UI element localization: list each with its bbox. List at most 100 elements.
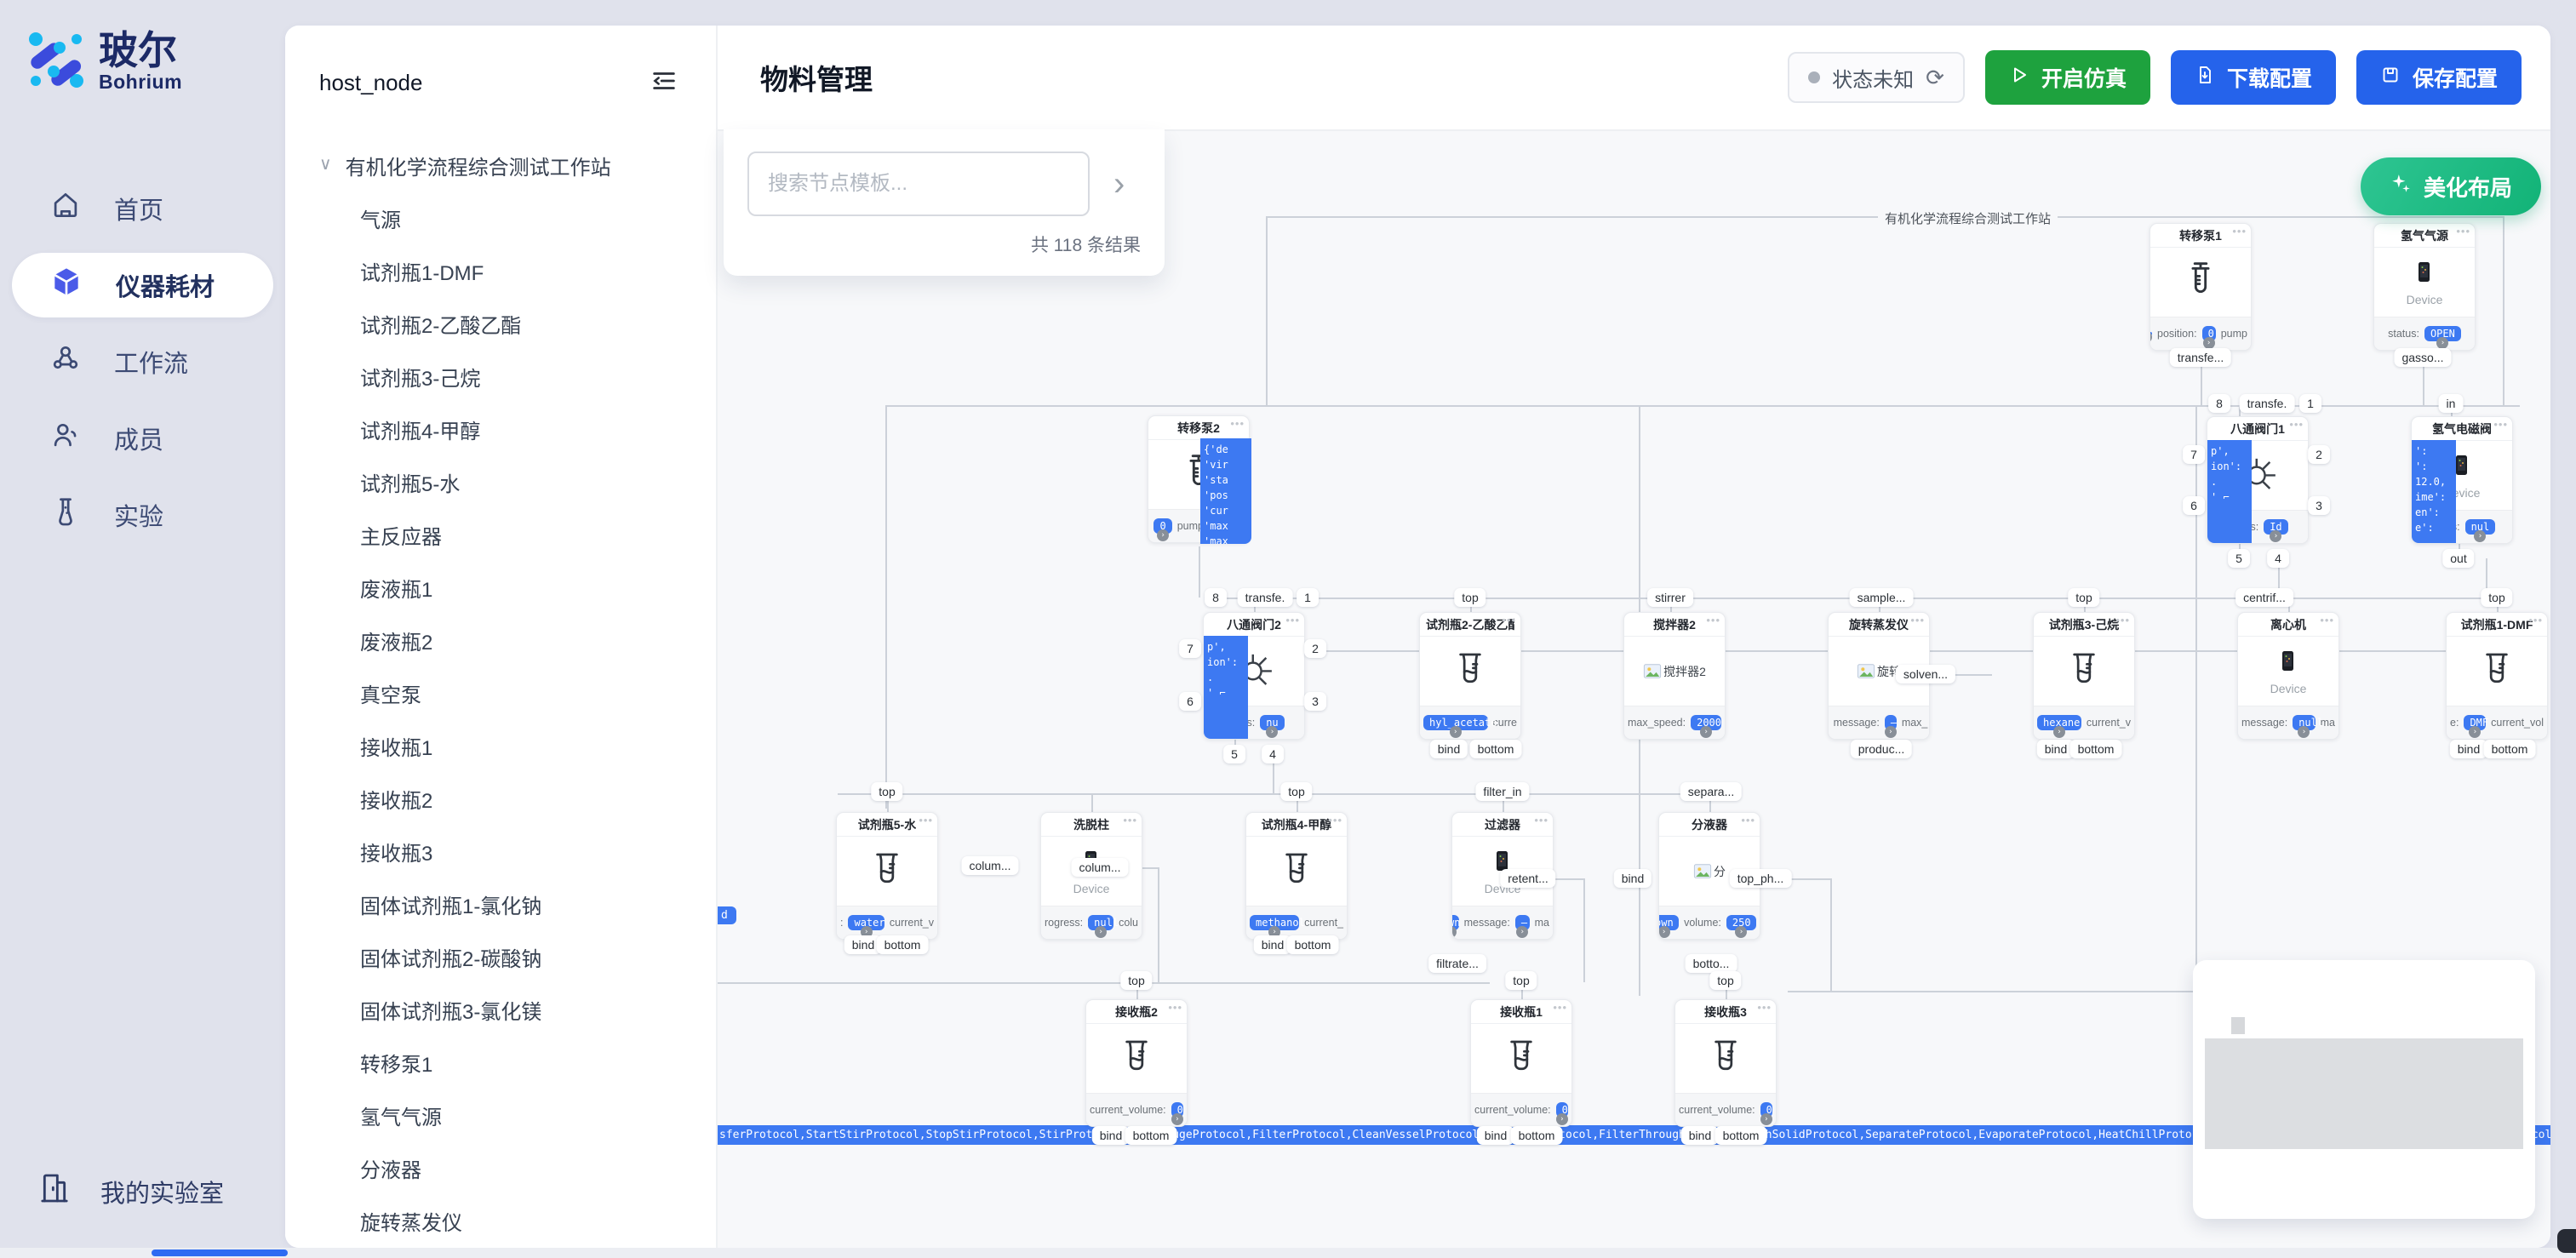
port-label[interactable]: bind	[2450, 740, 2487, 758]
connection-handle-icon[interactable]: ›	[1700, 726, 1712, 738]
connection-handle-icon[interactable]: ›	[1735, 926, 1747, 938]
flow-node[interactable]: 接收瓶1•••current_volume:0›	[1470, 999, 1572, 1127]
node-menu-icon[interactable]: •••	[2320, 614, 2334, 626]
port-label[interactable]: bind	[1681, 1126, 1719, 1145]
flow-node[interactable]: 八通阀门1•••status:Id›p',ion':. ' ⌐	[2207, 416, 2309, 544]
port-label[interactable]: 4	[1262, 745, 1284, 763]
refresh-icon[interactable]: ⟳	[1926, 65, 1944, 91]
tree-item[interactable]: 试剂瓶3-己烷	[285, 350, 716, 403]
node-menu-icon[interactable]: •••	[1741, 814, 1755, 826]
node-menu-icon[interactable]: •••	[1123, 814, 1137, 826]
node-menu-icon[interactable]: •••	[1230, 417, 1245, 430]
collapse-panel-icon[interactable]	[650, 66, 678, 100]
flow-node[interactable]: 搅拌器2•••搅拌器2max_speed:2000›	[1623, 612, 1726, 740]
start-simulation-button[interactable]: 开启仿真	[1985, 50, 2150, 105]
port-label[interactable]: bottom	[1125, 1126, 1177, 1145]
param-value-pill[interactable]: ›	[2150, 332, 2152, 335]
param-value-pill[interactable]: 2000›	[1691, 715, 1721, 730]
port-label[interactable]: top	[1709, 971, 1741, 990]
port-label[interactable]: bind	[1092, 1126, 1130, 1145]
sidebar-item-instruments[interactable]: 仪器耗材	[12, 253, 273, 317]
corner-widget[interactable]	[2557, 1229, 2576, 1253]
port-label[interactable]: transfe.	[2240, 394, 2295, 413]
port-label[interactable]: in	[2439, 394, 2464, 413]
node-menu-icon[interactable]: •••	[919, 814, 933, 826]
beautify-layout-button[interactable]: 美化布局	[2361, 157, 2541, 215]
flow-node[interactable]: 氢气气源•••Devicestatus:OPEN›	[2373, 223, 2476, 351]
port-label[interactable]: top_ph...	[1730, 869, 1792, 888]
tree-item[interactable]: 废液瓶2	[285, 614, 716, 666]
flow-node[interactable]: 离心机•••Devicemessage:null›ma	[2237, 612, 2339, 740]
port-label[interactable]: bottom	[877, 935, 929, 954]
port-label[interactable]: 8	[1205, 588, 1227, 607]
node-menu-icon[interactable]: •••	[2528, 614, 2543, 626]
param-value-pill[interactable]: nul›	[2465, 519, 2496, 535]
param-value-pill[interactable]: 250›	[1726, 915, 1756, 930]
param-value-pill[interactable]: null›	[1088, 915, 1113, 930]
port-label[interactable]: stirrer	[1647, 588, 1693, 607]
tree-item[interactable]: 主反应器	[285, 508, 716, 561]
connection-handle-icon[interactable]: ›	[1760, 1113, 1772, 1125]
port-label[interactable]: bind	[2037, 740, 2075, 758]
tree-item[interactable]: 固体试剂瓶3-氯化镁	[285, 983, 716, 1036]
tree-item[interactable]: 接收瓶1	[285, 719, 716, 772]
flow-node[interactable]: 氢气电磁阀•••Devicestatus:nul›':':12.0,ime':e…	[2411, 416, 2513, 544]
scrollbar-thumb[interactable]	[152, 1249, 288, 1256]
port-label[interactable]: bottom	[1715, 1126, 1767, 1145]
port-label[interactable]: solven...	[1896, 665, 1955, 683]
port-label[interactable]: bind	[1254, 935, 1291, 954]
port-label[interactable]: bind	[1614, 869, 1652, 888]
port-label[interactable]: 7	[2183, 445, 2205, 464]
port-label[interactable]: 8	[2208, 394, 2230, 413]
connection-handle-icon[interactable]: ›	[2053, 726, 2065, 738]
param-value-pill[interactable]: Id›	[2264, 519, 2287, 535]
param-value-pill[interactable]: methanol›	[1250, 915, 1299, 930]
port-label[interactable]: colum...	[961, 856, 1018, 875]
port-label[interactable]: top	[1280, 782, 1312, 801]
port-label[interactable]: bottom	[2484, 740, 2536, 758]
flow-node[interactable]: 试剂瓶2-乙酸乙酯•••hyl_acetate›curre	[1419, 612, 1521, 740]
tree-item[interactable]: 旋转蒸发仪	[285, 1194, 716, 1247]
port-label[interactable]: transfe...	[2170, 348, 2231, 367]
port-label[interactable]: top	[1505, 971, 1537, 990]
port-label[interactable]: bottom	[1470, 740, 1522, 758]
sidebar-item-my-lab[interactable]: 我的实验室	[37, 1171, 224, 1212]
flow-node[interactable]: 接收瓶3•••current_volume:0›	[1674, 999, 1777, 1127]
node-menu-icon[interactable]: •••	[1502, 614, 1516, 626]
search-input[interactable]	[747, 152, 1090, 216]
sidebar-item-experiments[interactable]: 实验	[12, 483, 273, 547]
port-label[interactable]: bottom	[1287, 935, 1339, 954]
tree-item[interactable]: 气源	[285, 192, 716, 244]
node-menu-icon[interactable]: •••	[2493, 418, 2508, 431]
param-value-pill[interactable]: nu›	[1260, 715, 1284, 730]
connection-handle-icon[interactable]: ›	[1556, 1113, 1568, 1125]
tree-item[interactable]: 试剂瓶4-甲醇	[285, 403, 716, 455]
port-label[interactable]: filter_in	[1475, 782, 1529, 801]
param-value-pill[interactable]: 0›	[2202, 326, 2216, 341]
port-label[interactable]: separa...	[1680, 782, 1742, 801]
connection-handle-icon[interactable]: ›	[2298, 726, 2310, 738]
flow-node[interactable]: 试剂瓶1-DMF•••e:DMF›current_vol	[2446, 612, 2548, 740]
flow-node[interactable]: 八通阀门2•••status:nu›p',ion':. ' ⌐	[1203, 612, 1305, 740]
param-value-pill[interactable]: –›	[1515, 915, 1530, 930]
param-value-pill[interactable]: own›	[1659, 915, 1679, 930]
port-label[interactable]: top	[2068, 588, 2099, 607]
node-menu-icon[interactable]: •••	[1534, 814, 1548, 826]
sidebar-item-workflow[interactable]: 工作流	[12, 329, 273, 394]
param-value-pill[interactable]: water›	[848, 915, 884, 930]
port-label[interactable]: 6	[1179, 692, 1201, 711]
port-label[interactable]: colum...	[1071, 858, 1128, 877]
port-label[interactable]: 3	[1304, 692, 1326, 711]
connection-handle-icon[interactable]: ›	[1171, 1113, 1183, 1125]
node-menu-icon[interactable]: •••	[2232, 225, 2247, 237]
connection-handle-icon[interactable]: ›	[2436, 337, 2448, 349]
sidebar-item-members[interactable]: 成员	[12, 406, 273, 471]
tree-item[interactable]: 试剂瓶2-乙酸乙酯	[285, 297, 716, 350]
port-label[interactable]: gasso...	[2394, 348, 2451, 367]
node-menu-icon[interactable]: •••	[1553, 1001, 1567, 1014]
flow-canvas[interactable]: 有机化学流程综合测试工作站 sferProtocol,StartStirProt…	[718, 131, 2550, 1248]
node-menu-icon[interactable]: •••	[1910, 614, 1925, 626]
port-label[interactable]: 4	[2267, 549, 2289, 568]
port-label[interactable]: sample...	[1850, 588, 1914, 607]
port-label[interactable]: top	[1120, 971, 1152, 990]
